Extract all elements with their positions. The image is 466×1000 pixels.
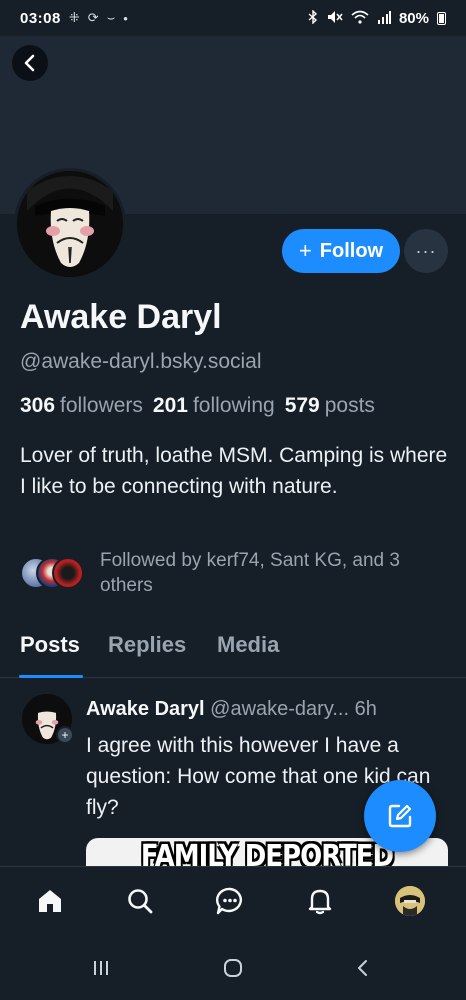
mask-avatar-icon (17, 171, 123, 277)
followed-by-section[interactable]: Followed by kerf74, Sant KG, and 3 other… (20, 548, 440, 598)
follow-button[interactable]: + Follow (282, 229, 400, 273)
back-system-button[interactable] (348, 956, 378, 980)
ellipsis-icon: ··· (415, 240, 437, 261)
profile-avatar[interactable] (14, 168, 126, 280)
search-icon (128, 889, 153, 914)
sync-icon: ⟳ (87, 10, 99, 25)
signal-icon (377, 10, 391, 27)
chevron-left-icon (24, 54, 35, 72)
bottom-navigation (0, 866, 466, 936)
tab-posts[interactable]: Posts (20, 632, 80, 658)
nav-home[interactable] (32, 883, 68, 919)
following-count: 201 (152, 394, 188, 417)
battery-level: 80% (398, 9, 429, 27)
bluetooth-icon (307, 8, 319, 27)
active-tab-indicator (19, 675, 83, 678)
home-icon (39, 890, 61, 912)
post-author-handle: @awake-dary... (210, 698, 350, 720)
battery-icon (437, 11, 446, 25)
following-label: following (192, 394, 275, 417)
nav-chat[interactable] (212, 883, 248, 919)
followers-stat[interactable]: 306 followers (20, 394, 143, 418)
mute-icon (327, 10, 343, 27)
tab-replies[interactable]: Replies (108, 632, 186, 658)
posts-label: posts (324, 394, 375, 417)
back-chevron-icon (358, 960, 367, 976)
profile-tabs: Posts Replies Media (0, 622, 466, 678)
minus-icon: ⌣ (106, 10, 116, 25)
profile-display-name: Awake Daryl (20, 298, 222, 336)
plus-icon: + (298, 238, 312, 263)
profile-stats: 306 followers 201 following 579 posts (20, 394, 375, 418)
more-options-button[interactable]: ··· (404, 229, 448, 273)
profile-avatar-small (395, 886, 425, 916)
nav-search[interactable] (122, 883, 158, 919)
home-circle-icon (224, 959, 242, 977)
profile-handle: @awake-daryl.bsky.social (20, 350, 262, 373)
followers-avatar-stack (20, 555, 86, 591)
chat-icon (215, 887, 242, 915)
recent-apps-button[interactable] (86, 956, 116, 980)
compose-button[interactable] (364, 780, 436, 852)
status-time: 03:08 (20, 9, 61, 27)
followed-by-text: Followed by kerf74, Sant KG, and 3 other… (100, 550, 400, 596)
nav-notifications[interactable] (302, 883, 338, 919)
followers-label: followers (60, 394, 143, 417)
post-author-name: Awake Daryl (86, 698, 205, 720)
post-age: 6h (354, 698, 377, 720)
follower-avatar (52, 557, 84, 589)
tab-media[interactable]: Media (217, 632, 279, 658)
followers-count: 306 (20, 394, 56, 417)
nav-profile[interactable] (392, 883, 428, 919)
grid-dots-icon: ⁜ (68, 10, 80, 25)
following-stat[interactable]: 201 following (153, 394, 275, 418)
bell-icon (308, 889, 332, 915)
compose-icon (388, 804, 412, 828)
follow-plus-icon[interactable]: + (56, 726, 74, 744)
posts-stat: 579 posts (285, 394, 375, 418)
profile-bio: Lover of truth, loathe MSM. Camping is w… (20, 444, 448, 498)
back-button[interactable] (12, 45, 48, 81)
wifi-icon (351, 10, 369, 27)
follow-label: Follow (319, 239, 384, 262)
home-system-button[interactable] (218, 956, 248, 980)
post-header: Awake Daryl @awake-dary... 6h (86, 698, 456, 721)
recent-apps-icon (94, 961, 108, 975)
posts-count: 579 (284, 394, 320, 417)
system-navigation-bar (0, 936, 466, 1000)
dot-icon: • (123, 10, 128, 26)
status-bar: 03:08 ⁜ ⟳ ⌣ • 80% (0, 0, 466, 36)
